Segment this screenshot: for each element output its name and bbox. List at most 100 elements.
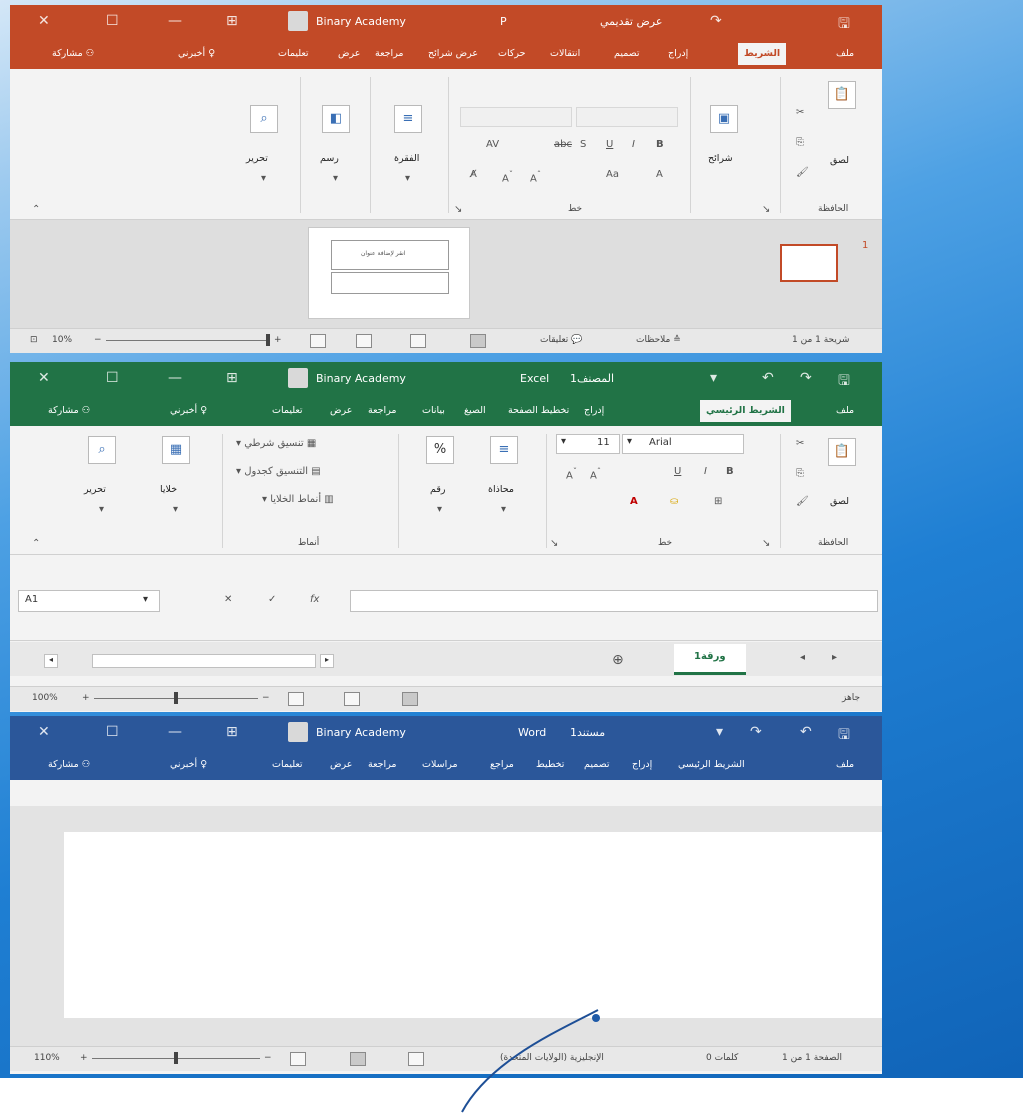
chevron-down-icon[interactable]: ▾ xyxy=(561,436,566,447)
read-mode-icon[interactable] xyxy=(408,1052,424,1066)
tab-home[interactable]: الشريط الرئيسي xyxy=(700,400,791,422)
chevron-down-icon[interactable]: ▾ xyxy=(333,173,338,184)
new-slide-icon[interactable]: ▣ xyxy=(710,105,738,133)
shrink-font-icon[interactable]: Aˇ xyxy=(502,169,513,184)
paste-button[interactable]: لصق xyxy=(830,496,849,507)
paragraph-icon[interactable]: ≡ xyxy=(394,105,422,133)
drawing-button[interactable]: رسم xyxy=(320,153,339,164)
word-count[interactable]: 0 كلمات xyxy=(706,1053,738,1063)
chevron-down-icon[interactable]: ▾ xyxy=(261,173,266,184)
cells-button[interactable]: خلايا xyxy=(160,484,177,495)
clear-format-icon[interactable]: A̸ xyxy=(470,169,477,180)
editing-button[interactable]: تحرير xyxy=(84,484,106,495)
ribbon-display-icon[interactable]: ⊞ xyxy=(226,13,238,29)
shrink-font-icon[interactable]: Aˇ xyxy=(566,466,577,481)
tab-transitions[interactable]: انتقالات xyxy=(550,48,580,59)
save-icon[interactable]: 🖫 xyxy=(838,724,850,748)
zoom-level[interactable]: 110% xyxy=(34,1053,60,1063)
bold-icon[interactable]: B xyxy=(726,466,734,477)
web-layout-icon[interactable] xyxy=(290,1052,306,1066)
horizontal-scrollbar[interactable] xyxy=(92,654,316,668)
tab-home[interactable]: الشريط xyxy=(738,43,787,65)
slideshow-view-icon[interactable] xyxy=(310,334,326,348)
enter-icon[interactable]: ✓ xyxy=(268,594,276,605)
tab-slideshow[interactable]: عرض شرائح xyxy=(428,48,478,59)
search-icon[interactable]: ⌕ xyxy=(250,105,278,133)
tab-file[interactable]: ملف xyxy=(836,759,854,770)
maximize-icon[interactable]: ☐ xyxy=(106,13,119,29)
cut-icon[interactable]: ✂ xyxy=(796,438,804,449)
formula-input[interactable] xyxy=(350,590,878,612)
shadow-icon[interactable]: S xyxy=(580,139,586,150)
tab-view[interactable]: عرض xyxy=(338,48,360,59)
close-icon[interactable]: ✕ xyxy=(38,724,50,740)
chevron-down-icon[interactable]: ▾ xyxy=(99,504,104,515)
clipboard-launcher-icon[interactable]: ↘ xyxy=(762,538,770,549)
page-layout-view-icon[interactable] xyxy=(344,692,360,706)
paste-icon[interactable]: 📋 xyxy=(828,438,856,466)
borders-icon[interactable]: ⊞ xyxy=(714,496,722,507)
tab-share[interactable]: مشاركة ⚇ xyxy=(52,48,94,59)
alignment-icon[interactable]: ≡ xyxy=(490,436,518,464)
alignment-button[interactable]: محاذاة xyxy=(488,484,514,495)
document-page[interactable] xyxy=(64,832,882,1018)
tab-animations[interactable]: حركات xyxy=(498,48,525,59)
font-launcher-icon[interactable]: ↘ xyxy=(454,204,462,215)
grow-font-icon[interactable]: Aˆ xyxy=(530,169,541,184)
tab-page-layout[interactable]: تخطيط الصفحة xyxy=(508,405,569,416)
close-icon[interactable]: ✕ xyxy=(38,13,50,29)
tab-design[interactable]: تصميم xyxy=(584,759,610,770)
tell-me-box[interactable]: أخبرني ♀ xyxy=(170,405,207,416)
char-spacing-icon[interactable]: AV xyxy=(486,139,499,150)
notes-button[interactable]: ملاحظات ≙ xyxy=(636,335,681,345)
tab-help[interactable]: تعليمات xyxy=(272,405,303,416)
zoom-slider[interactable] xyxy=(106,340,266,341)
number-format-button[interactable]: رقم xyxy=(430,484,445,495)
cell-styles-button[interactable]: ▾ أنماط الخلايا ▥ xyxy=(262,494,334,505)
fill-color-icon[interactable]: ⛀ xyxy=(670,496,678,507)
cells-icon[interactable]: ▦ xyxy=(162,436,190,464)
tab-home[interactable]: الشريط الرئيسي xyxy=(678,759,745,770)
minimize-icon[interactable]: — xyxy=(168,13,182,29)
font-color-icon[interactable]: A xyxy=(630,496,638,507)
chevron-down-icon[interactable]: ▾ xyxy=(173,504,178,515)
font-name-box[interactable] xyxy=(460,107,572,127)
tab-file[interactable]: ملف xyxy=(836,48,854,59)
name-box[interactable]: A1 ▾ xyxy=(18,590,160,612)
paste-icon[interactable]: 📋 xyxy=(828,81,856,109)
tab-share[interactable]: مشاركة ⚇ xyxy=(48,405,90,416)
chevron-down-icon[interactable]: ▾ xyxy=(143,594,148,605)
sorter-view-icon[interactable] xyxy=(410,334,426,348)
sheet-next-icon[interactable]: ▸ xyxy=(832,652,837,663)
paste-button[interactable]: لصق xyxy=(830,155,849,166)
font-color-icon[interactable]: A xyxy=(656,169,663,180)
slide-canvas[interactable]: انقر لإضافة عنوان xyxy=(308,227,470,319)
format-painter-icon[interactable]: 🖌 xyxy=(796,167,809,178)
italic-icon[interactable]: I xyxy=(632,139,635,150)
zoom-level[interactable]: 10% xyxy=(52,335,72,345)
underline-icon[interactable]: U xyxy=(606,139,613,150)
tab-mailings[interactable]: مراسلات xyxy=(422,759,458,770)
save-icon[interactable]: 🖫 xyxy=(838,13,850,37)
tab-review[interactable]: مراجعة xyxy=(368,759,397,770)
ribbon-display-icon[interactable]: ⊞ xyxy=(226,370,238,386)
format-as-table-button[interactable]: ▾ التنسيق كجدول ▤ xyxy=(236,466,321,477)
scroll-left-button[interactable]: ◂ xyxy=(44,654,58,668)
paragraph-button[interactable]: الفقرة xyxy=(394,153,419,164)
avatar[interactable] xyxy=(288,368,308,388)
bold-icon[interactable]: B xyxy=(656,139,664,150)
fit-slide-icon[interactable]: ⊡ xyxy=(30,335,38,345)
tab-insert[interactable]: إدراج xyxy=(632,759,652,770)
tell-me-box[interactable]: أخبرني ♀ xyxy=(170,759,207,770)
strikethrough-icon[interactable]: abc xyxy=(554,139,572,150)
chevron-down-icon[interactable]: ▾ xyxy=(437,504,442,515)
comments-button[interactable]: تعليقات 💬 xyxy=(540,335,582,345)
undo-icon[interactable]: ↶ xyxy=(762,370,774,386)
cut-icon[interactable]: ✂ xyxy=(796,107,804,118)
search-icon[interactable]: ⌕ xyxy=(88,436,116,464)
avatar[interactable] xyxy=(288,722,308,742)
tab-view[interactable]: عرض xyxy=(330,759,352,770)
tab-file[interactable]: ملف xyxy=(836,405,854,416)
tab-insert[interactable]: إدراج xyxy=(584,405,604,416)
zoom-out-icon[interactable]: − xyxy=(264,1053,272,1063)
